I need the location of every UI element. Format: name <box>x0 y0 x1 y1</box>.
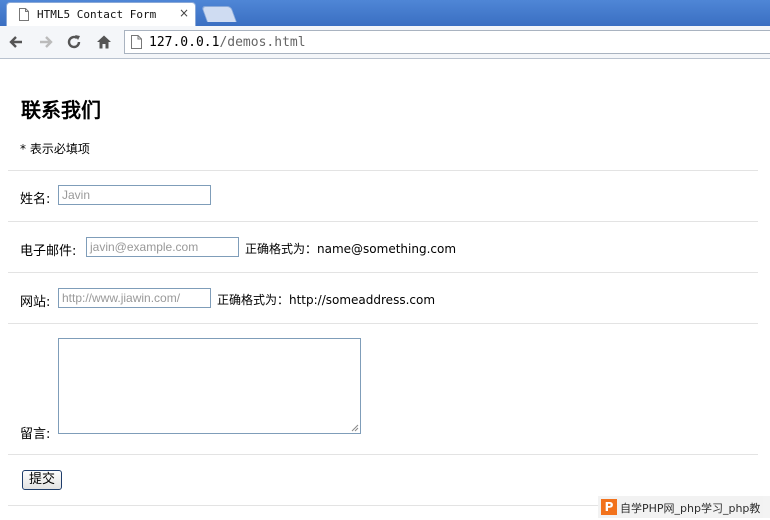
page-icon <box>131 35 142 49</box>
url-path: /demos.html <box>219 35 306 50</box>
close-icon[interactable]: × <box>179 6 189 20</box>
divider <box>8 323 758 324</box>
website-input[interactable]: http://www.jiawin.com/ <box>58 288 211 308</box>
message-textarea[interactable] <box>58 338 361 434</box>
resize-handle-icon[interactable] <box>351 424 359 432</box>
tab-active[interactable]: HTML5 Contact Form × <box>6 2 196 26</box>
back-arrow-icon <box>9 36 22 48</box>
name-input[interactable]: Javin <box>58 185 211 205</box>
email-hint: 正确格式为：name@something.com <box>245 242 457 256</box>
forward-button[interactable] <box>36 32 56 52</box>
website-label: 网站: <box>20 295 51 310</box>
email-label: 电子邮件: <box>20 244 77 259</box>
message-label: 留言: <box>20 427 51 442</box>
url-text: 127.0.0.1/demos.html <box>149 35 306 50</box>
page-icon <box>19 8 29 21</box>
reload-icon <box>67 35 81 49</box>
watermark-logo: P <box>601 499 617 515</box>
home-button[interactable] <box>94 32 114 52</box>
tab-strip: HTML5 Contact Form × <box>0 0 770 26</box>
email-input[interactable]: javin@example.com <box>86 237 239 257</box>
name-label: 姓名: <box>20 192 51 207</box>
required-note: * 表示必填项 <box>20 142 90 156</box>
new-tab-button[interactable] <box>201 6 237 22</box>
tab-title: HTML5 Contact Form <box>37 8 157 21</box>
watermark: P 自学PHP网_php学习_php教 <box>598 496 770 518</box>
watermark-text: 自学PHP网_php学习_php教 <box>620 502 761 515</box>
page-title: 联系我们 <box>21 98 101 122</box>
home-icon <box>97 35 111 49</box>
submit-button[interactable]: 提交 <box>22 470 63 490</box>
page-content: 联系我们 * 表示必填项 姓名: Javin 电子邮件: javin@examp… <box>0 60 770 520</box>
divider <box>8 454 758 455</box>
divider <box>8 221 758 222</box>
url-host: 127.0.0.1 <box>149 35 220 50</box>
reload-button[interactable] <box>64 32 84 52</box>
back-button[interactable] <box>6 32 26 52</box>
divider <box>8 272 758 273</box>
divider <box>8 170 758 171</box>
forward-arrow-icon <box>40 36 53 48</box>
address-bar[interactable]: 127.0.0.1/demos.html <box>124 30 770 54</box>
website-hint: 正确格式为：http://someaddress.com <box>217 293 436 307</box>
browser-toolbar: 127.0.0.1/demos.html <box>0 26 770 59</box>
